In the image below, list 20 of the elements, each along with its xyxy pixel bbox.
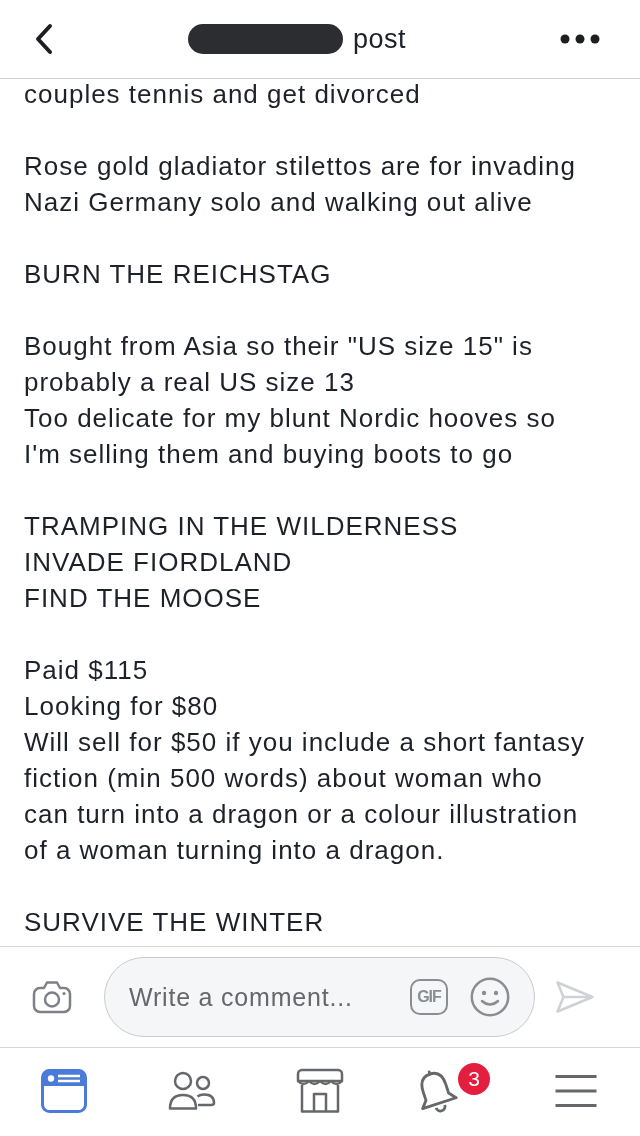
bell-icon[interactable] xyxy=(420,1069,458,1113)
comment-field[interactable]: Write a comment... GIF xyxy=(104,957,535,1037)
post-text: couples tennis and get divorced xyxy=(24,78,422,111)
more-options-icon[interactable] xyxy=(560,34,600,44)
notification-badge: 3 xyxy=(458,1063,490,1095)
gif-button[interactable]: GIF xyxy=(410,979,448,1015)
smiley-icon[interactable] xyxy=(470,977,510,1017)
page-title: post xyxy=(353,23,407,55)
post-text: Bought from Asia so their "US size 15" is probably a real US size 13 Too delicate for my blunt Nordic hooves so I'm selling them and buying boots to go xyxy=(24,330,557,471)
menu-icon[interactable] xyxy=(554,1074,598,1108)
post-text: SURVIVE THE WINTER xyxy=(24,906,326,939)
storefront-icon[interactable] xyxy=(296,1068,344,1114)
post-text: TRAMPING IN THE WILDERNESS INVADE FIORDLAND FIND THE MOOSE xyxy=(24,510,460,615)
post-text: Paid $115 Looking for $80 Will sell for $50 if you include a short fantasy fiction (min 500 words) about woman who can turn into a dragon or a colour illustration of a woman turning into a dragon. xyxy=(24,654,587,867)
post-text: Rose gold gladiator stilettos are for invading Nazi Germany solo and walking out alive xyxy=(24,150,577,219)
news-feed-icon[interactable] xyxy=(41,1069,87,1113)
post-text: BURN THE REICHSTAG xyxy=(24,258,333,291)
camera-icon[interactable] xyxy=(32,980,72,1014)
people-icon[interactable] xyxy=(168,1071,216,1111)
back-icon[interactable] xyxy=(34,23,54,55)
